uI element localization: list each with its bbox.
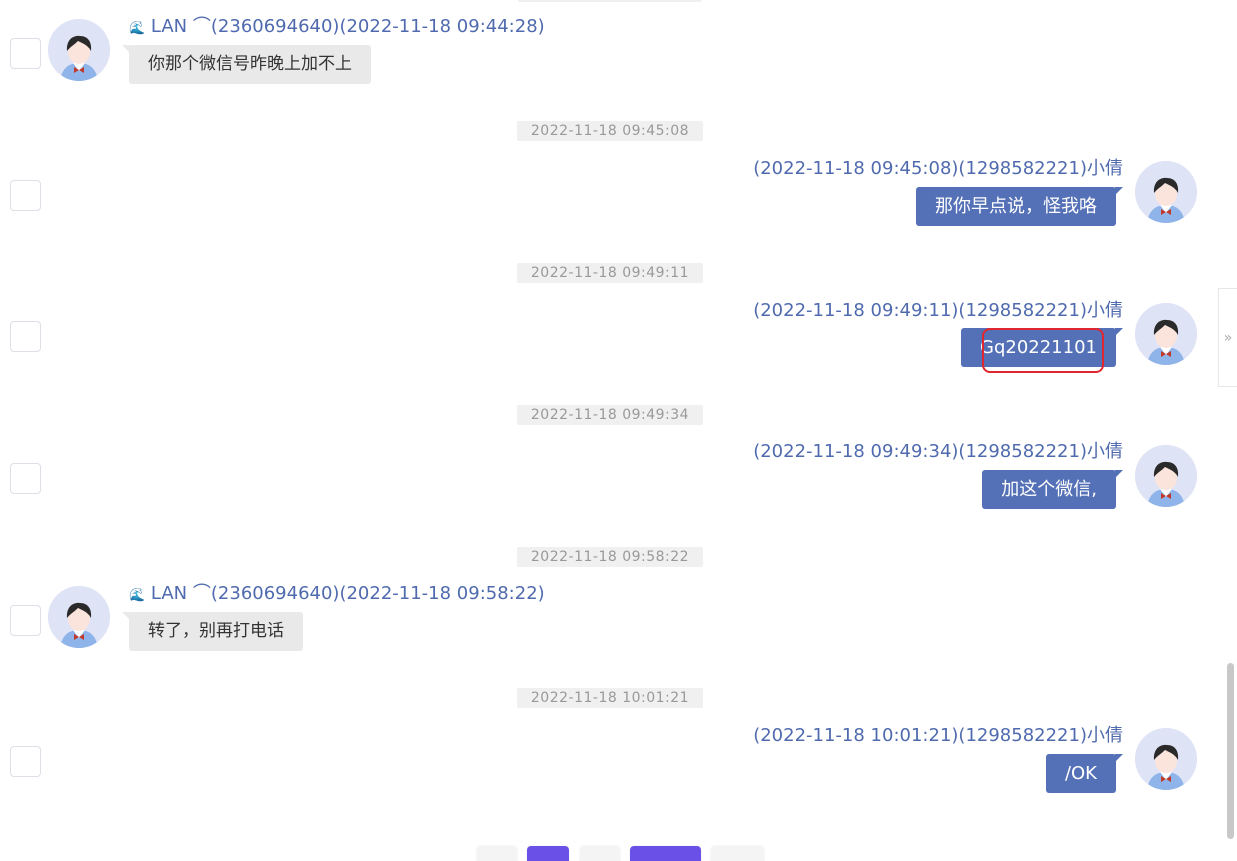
message-bubble-outgoing[interactable]: 加这个微信,: [982, 470, 1123, 509]
pager-page-button-current[interactable]: [527, 846, 569, 861]
sender-label: (2022-11-18 09:49:34)(1298582221)小倩: [753, 441, 1123, 462]
message-select-checkbox[interactable]: [10, 605, 41, 636]
user-avatar-icon: [48, 19, 110, 81]
timestamp-divider: 2022-11-18 09:49:11: [517, 263, 703, 283]
message-bubble-incoming[interactable]: 转了，别再打电话: [122, 612, 303, 651]
message-bubble-outgoing[interactable]: /OK: [1045, 754, 1124, 793]
sender-tag-icon: 🌊: [129, 588, 146, 603]
message-select-checkbox[interactable]: [10, 321, 41, 352]
sender-name: LAN: [150, 16, 188, 37]
sender-label: 🌊 LAN ⌒(2360694640)(2022-11-18 09:58:22): [129, 583, 545, 607]
avatar: [1135, 303, 1197, 365]
user-avatar-icon: [1135, 728, 1197, 790]
previous-timestamp-edge: [518, 0, 702, 2]
avatar: [1135, 445, 1197, 507]
pager-next-button[interactable]: [711, 846, 764, 861]
avatar: [48, 586, 110, 648]
user-avatar-icon: [1135, 303, 1197, 365]
sender-tag-icon: 🌊: [129, 21, 146, 36]
message-bubble-outgoing[interactable]: 那你早点说，怪我咯: [916, 187, 1123, 226]
pager-prev-button[interactable]: [477, 846, 517, 861]
timestamp-divider: 2022-11-18 09:49:34: [517, 405, 703, 425]
timestamp-divider: 2022-11-18 09:58:22: [517, 547, 703, 567]
sender-meta: ⌒(2360694640)(2022-11-18 09:44:28): [192, 16, 545, 37]
user-avatar-icon: [48, 586, 110, 648]
highlight-annotation-box: [982, 328, 1104, 373]
message-select-checkbox[interactable]: [10, 746, 41, 777]
sender-label: 🌊 LAN ⌒(2360694640)(2022-11-18 09:44:28): [129, 16, 545, 40]
timestamp-divider: 2022-11-18 09:45:08: [517, 121, 703, 141]
sender-label: (2022-11-18 09:45:08)(1298582221)小倩: [753, 158, 1123, 179]
message-bubble-incoming[interactable]: 你那个微信号昨晚上加不上: [122, 45, 371, 84]
message-select-checkbox[interactable]: [10, 463, 41, 494]
avatar: [1135, 728, 1197, 790]
user-avatar-icon: [1135, 161, 1197, 223]
sender-name: LAN: [150, 583, 188, 604]
pager-page-button[interactable]: [580, 846, 620, 861]
sender-meta: ⌒(2360694640)(2022-11-18 09:58:22): [192, 583, 545, 604]
vertical-scrollbar[interactable]: [1227, 663, 1234, 839]
chevrons-right-icon[interactable]: »: [1218, 288, 1237, 387]
chat-history-panel: 🌊 LAN ⌒(2360694640)(2022-11-18 09:44:28)…: [0, 0, 1237, 861]
avatar: [48, 19, 110, 81]
pager-jump-button[interactable]: [630, 846, 701, 861]
sender-label: (2022-11-18 10:01:21)(1298582221)小倩: [753, 725, 1123, 746]
message-select-checkbox[interactable]: [10, 180, 41, 211]
message-select-checkbox[interactable]: [10, 38, 41, 69]
user-avatar-icon: [1135, 445, 1197, 507]
timestamp-divider: 2022-11-18 10:01:21: [517, 688, 703, 708]
avatar: [1135, 161, 1197, 223]
sender-label: (2022-11-18 09:49:11)(1298582221)小倩: [753, 300, 1123, 321]
